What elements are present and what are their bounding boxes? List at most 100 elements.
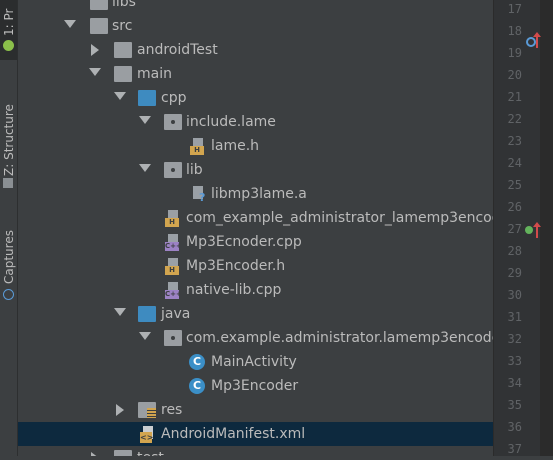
tree-row-native-lib[interactable]: C++ native-lib.cpp (18, 278, 493, 302)
tree-label: AndroidManifest.xml (161, 426, 306, 442)
tree-row-main[interactable]: main (18, 62, 493, 86)
package-icon (164, 162, 182, 178)
chevron-down-icon[interactable] (139, 164, 151, 172)
line-number: 27 (507, 222, 522, 236)
chevron-down-icon[interactable] (114, 92, 126, 100)
captures-tab[interactable]: Captures (0, 218, 17, 308)
folder-icon (90, 0, 108, 10)
project-tab-label: 1: Pr (2, 8, 16, 36)
structure-icon (3, 178, 13, 188)
implementation-icon[interactable] (525, 226, 533, 234)
line-number: 22 (507, 112, 522, 126)
header-file-icon: H (165, 258, 181, 275)
chevron-down-icon[interactable] (64, 20, 76, 28)
tree-label: libmp3lame.a (211, 186, 307, 202)
unknown-file-icon: ? (190, 186, 206, 204)
tree-label: res (161, 402, 183, 418)
override-icon[interactable] (526, 37, 536, 47)
tree-row-java[interactable]: java (18, 302, 493, 326)
line-number: 37 (507, 442, 522, 456)
tree-label: androidTest (137, 42, 218, 58)
tree-label: src (112, 18, 133, 34)
chevron-right-icon[interactable] (91, 44, 99, 56)
line-number: 35 (507, 398, 522, 412)
tree-row-test[interactable]: test (18, 446, 493, 456)
chevron-down-icon[interactable] (139, 116, 151, 124)
tree-row-mp3ecnoder-cpp[interactable]: C++ Mp3Ecnoder.cpp (18, 230, 493, 254)
class-icon: C (189, 378, 205, 394)
line-number: 19 (507, 46, 522, 60)
tree-label: main (137, 66, 172, 82)
manifest-file-icon: <> (140, 426, 156, 443)
arrow-up-icon[interactable] (533, 222, 541, 238)
tree-label: libs (112, 0, 136, 10)
chevron-right-icon[interactable] (91, 452, 99, 456)
tree-label: include.lame (186, 114, 276, 130)
tree-row-lib[interactable]: lib (18, 158, 493, 182)
tree-row-mp3encoder[interactable]: C Mp3Encoder (18, 374, 493, 398)
chevron-down-icon[interactable] (114, 308, 126, 316)
structure-tab[interactable]: Z: Structure (0, 84, 17, 194)
line-number: 25 (507, 178, 522, 192)
tree-row-include-lame[interactable]: include.lame (18, 110, 493, 134)
tree-label: native-lib.cpp (186, 282, 282, 298)
source-folder-icon (138, 90, 156, 106)
tree-row-jni-header[interactable]: H com_example_administrator_lamemp3encod… (18, 206, 493, 230)
line-number: 36 (507, 420, 522, 434)
android-icon (3, 40, 14, 51)
tree-label: com_example_administrator_lamemp3encoder… (186, 210, 493, 226)
line-number: 34 (507, 376, 522, 390)
line-number: 29 (507, 266, 522, 280)
line-number: 17 (507, 2, 522, 16)
package-icon (164, 114, 182, 130)
line-number: 28 (507, 244, 522, 258)
chevron-right-icon[interactable] (116, 404, 124, 416)
arrow-up-icon[interactable] (533, 32, 541, 48)
tree-row-libs[interactable]: libs (18, 0, 493, 14)
chevron-down-icon[interactable] (89, 68, 101, 76)
tree-row-lame-h[interactable]: H lame.h (18, 134, 493, 158)
line-number: 21 (507, 90, 522, 104)
tree-label: MainActivity (211, 354, 297, 370)
header-file-icon: H (190, 138, 206, 155)
tree-row-libmp3lame[interactable]: ? libmp3lame.a (18, 182, 493, 206)
tree-row-mp3encoder-h[interactable]: H Mp3Encoder.h (18, 254, 493, 278)
package-icon (164, 330, 182, 346)
tree-row-res[interactable]: res (18, 398, 493, 422)
cpp-file-icon: C++ (165, 234, 182, 251)
folder-icon (90, 18, 108, 34)
tree-row-androidtest[interactable]: androidTest (18, 38, 493, 62)
tree-label: java (161, 306, 191, 322)
line-number: 18 (507, 24, 522, 38)
tree-label: com.example.administrator.lamemp3encoder (186, 330, 493, 346)
tree-label: cpp (161, 90, 187, 106)
tree-label: test (137, 448, 164, 456)
line-number: 20 (507, 68, 522, 82)
tool-window-strip: 1: Pr Z: Structure Captures (0, 0, 18, 456)
line-number: 23 (507, 134, 522, 148)
tree-label: Mp3Encoder.h (186, 258, 286, 274)
tree-label: Mp3Encoder (211, 378, 299, 394)
tree-row-src[interactable]: src (18, 14, 493, 38)
line-number: 30 (507, 288, 522, 302)
tree-row-cpp[interactable]: cpp (18, 86, 493, 110)
tree-row-manifest[interactable]: <> AndroidManifest.xml (18, 422, 493, 446)
tree-label: Mp3Ecnoder.cpp (186, 234, 302, 250)
chevron-down-icon[interactable] (139, 332, 151, 340)
source-folder-icon (138, 306, 156, 322)
tree-row-mainactivity[interactable]: C MainActivity (18, 350, 493, 374)
line-number: 26 (507, 200, 522, 214)
editor-area[interactable] (540, 0, 553, 456)
structure-tab-label: Z: Structure (2, 104, 16, 176)
class-icon: C (189, 354, 205, 370)
tree-label: lame.h (211, 138, 260, 154)
tree-label: lib (186, 162, 203, 178)
folder-icon (114, 450, 132, 456)
line-number: 31 (507, 310, 522, 324)
header-file-icon: H (165, 210, 181, 227)
tree-row-package[interactable]: com.example.administrator.lamemp3encoder (18, 326, 493, 350)
project-tab[interactable]: 1: Pr (0, 0, 17, 60)
captures-tab-label: Captures (2, 230, 16, 284)
project-tree[interactable]: libs src androidTest main cpp include.la… (18, 0, 493, 456)
captures-icon (3, 289, 14, 300)
